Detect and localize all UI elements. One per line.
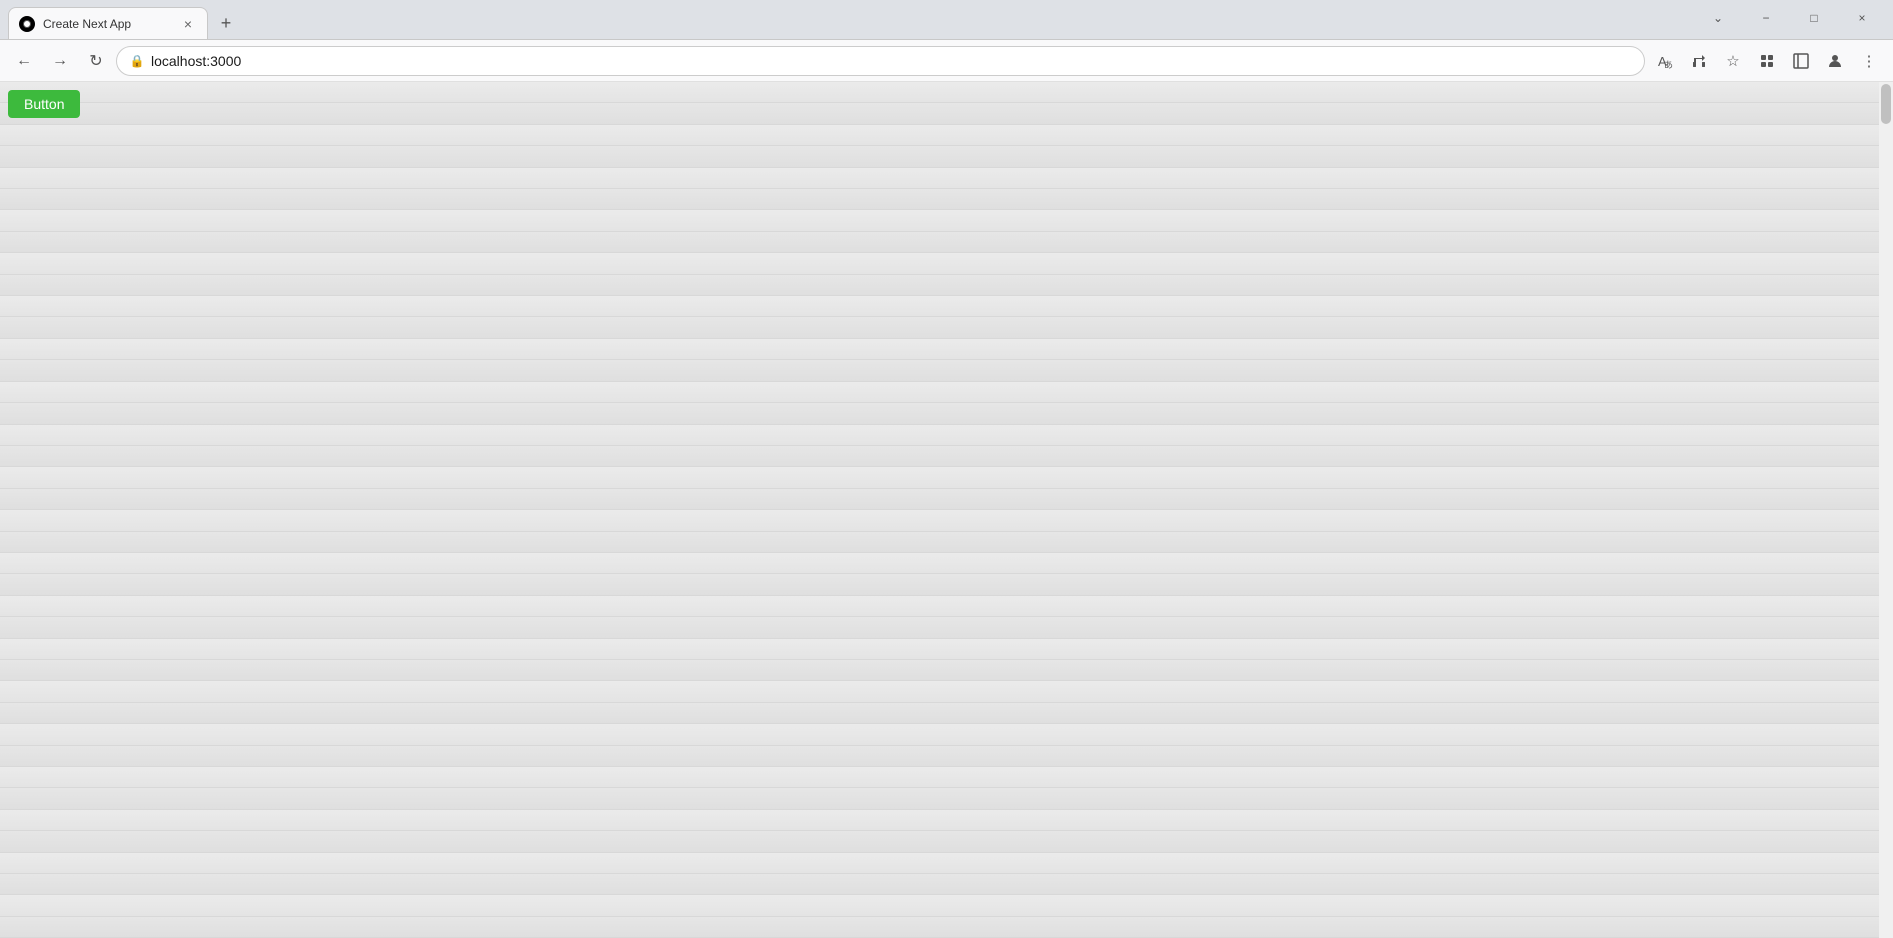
stripe-row [0,746,1893,767]
active-tab[interactable]: Create Next App × [8,7,208,39]
tab-favicon [19,16,35,32]
stripe-row [0,810,1893,831]
stripe-row [0,232,1893,253]
stripe-row [0,831,1893,852]
stripe-row [0,574,1893,595]
address-bar[interactable]: 🔒 localhost:3000 [116,46,1645,76]
maximize-button[interactable]: □ [1791,3,1837,33]
stripe-row [0,917,1893,938]
extensions-button[interactable] [1751,45,1783,77]
stripe-row [0,168,1893,189]
stripe-row [0,553,1893,574]
stripe-row [0,253,1893,274]
stripe-row [0,210,1893,231]
page-content: Button [0,82,1893,938]
sidebar-button[interactable] [1785,45,1817,77]
tab-title: Create Next App [43,17,171,31]
stripe-row [0,82,1893,103]
stripe-row [0,189,1893,210]
stripe-row [0,724,1893,745]
stripe-row [0,382,1893,403]
menu-button[interactable]: ⋮ [1853,45,1885,77]
stripe-row [0,146,1893,167]
forward-button[interactable]: → [44,45,76,77]
browser-window: Create Next App × + ⌄ − □ × ← → ↻ 🔒 loca… [0,0,1893,938]
stripe-row [0,895,1893,916]
close-button[interactable]: × [1839,3,1885,33]
stripe-row [0,788,1893,809]
scrollbar-thumb[interactable] [1881,84,1891,124]
tab-close-button[interactable]: × [179,15,197,33]
back-button[interactable]: ← [8,45,40,77]
profile-button[interactable] [1819,45,1851,77]
stripe-row [0,446,1893,467]
stripe-row [0,639,1893,660]
page-button[interactable]: Button [8,90,80,118]
translate-button[interactable]: A あ [1649,45,1681,77]
stripe-row [0,317,1893,338]
nav-bar: ← → ↻ 🔒 localhost:3000 A あ ☆ [0,40,1893,82]
favicon-inner [23,20,31,28]
nav-right-icons: A あ ☆ [1649,45,1885,77]
stripe-container [0,82,1893,938]
stripe-row [0,360,1893,381]
stripe-row [0,510,1893,531]
scrollbar[interactable] [1879,82,1893,938]
favorites-button[interactable]: ☆ [1717,45,1749,77]
stripe-row [0,596,1893,617]
stripe-row [0,339,1893,360]
stripe-row [0,617,1893,638]
stripe-row [0,681,1893,702]
stripe-row [0,403,1893,424]
lock-icon: 🔒 [129,53,145,69]
stripe-row [0,125,1893,146]
stripe-row [0,103,1893,124]
stripe-row [0,767,1893,788]
stripe-row [0,660,1893,681]
stripe-row [0,275,1893,296]
stripe-row [0,467,1893,488]
stripe-row [0,425,1893,446]
tab-strip: Create Next App × + [8,0,1691,39]
minimize-button[interactable]: − [1743,3,1789,33]
url-text: localhost:3000 [151,53,1632,69]
title-bar-right: ⌄ − □ × [1695,3,1885,33]
stripe-row [0,874,1893,895]
share-button[interactable] [1683,45,1715,77]
dropdown-button[interactable]: ⌄ [1695,3,1741,33]
svg-text:あ: あ [1664,60,1673,69]
new-tab-button[interactable]: + [212,9,240,37]
stripe-row [0,489,1893,510]
stripe-row [0,703,1893,724]
stripe-row [0,532,1893,553]
stripe-row [0,296,1893,317]
refresh-button[interactable]: ↻ [80,45,112,77]
stripe-row [0,853,1893,874]
title-bar: Create Next App × + ⌄ − □ × [0,0,1893,40]
